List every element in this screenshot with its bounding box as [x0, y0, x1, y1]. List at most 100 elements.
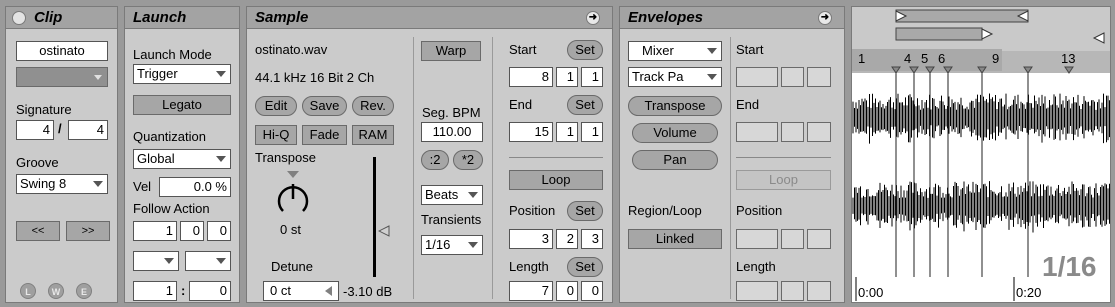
length-bars[interactable]: 7: [509, 281, 553, 301]
reverse-button[interactable]: Rev.: [352, 96, 394, 116]
nudge-back-button[interactable]: <<: [16, 221, 60, 241]
detune-value: 0 ct: [270, 283, 291, 298]
env-position-beats[interactable]: [781, 229, 804, 249]
length-beats[interactable]: 0: [556, 281, 578, 301]
follow-time-beats[interactable]: 0: [180, 221, 204, 241]
start-set-button[interactable]: Set: [567, 40, 603, 60]
start-bars[interactable]: 8: [509, 67, 553, 87]
arrow-right-icon[interactable]: ➜: [818, 11, 832, 25]
double-tempo-button[interactable]: *2: [453, 150, 483, 170]
transpose-knob[interactable]: [275, 181, 311, 217]
env-loop-button[interactable]: Loop: [736, 170, 831, 190]
chevron-down-icon: [93, 181, 103, 187]
sample-editor[interactable]: 1 4 5 6 9 13 1/16 0:00 0:20: [851, 6, 1111, 303]
transients-select[interactable]: 1/16: [421, 235, 483, 255]
half-tempo-button[interactable]: :2: [421, 150, 449, 170]
fade-button[interactable]: Fade: [302, 125, 347, 145]
loop-button[interactable]: Loop: [509, 170, 603, 190]
sample-file-name: ostinato.wav: [255, 42, 328, 57]
envelope-box-icon[interactable]: E: [76, 283, 92, 299]
follow-chance-b[interactable]: 0: [189, 281, 231, 301]
gain-slider-handle-icon[interactable]: [377, 225, 390, 237]
signature-separator: /: [58, 121, 62, 136]
env-start-label: Start: [736, 42, 764, 57]
signature-numerator[interactable]: 4: [16, 120, 54, 140]
clip-activator-icon[interactable]: [12, 11, 26, 25]
warp-button[interactable]: Warp: [421, 41, 481, 61]
transpose-label: Transpose: [255, 150, 316, 165]
linked-button[interactable]: Linked: [628, 229, 722, 249]
transpose-indicator-icon: [287, 171, 299, 178]
env-length-sixteenths[interactable]: [807, 281, 831, 301]
envelope-volume-button[interactable]: Volume: [632, 123, 718, 143]
end-beats[interactable]: 1: [556, 122, 578, 142]
env-end-beats[interactable]: [781, 122, 804, 142]
clip-name-field[interactable]: ostinato: [16, 41, 108, 61]
transpose-value: 0 st: [280, 222, 301, 237]
launch-box-icon[interactable]: L: [20, 283, 36, 299]
position-bars[interactable]: 3: [509, 229, 553, 249]
start-beats[interactable]: 1: [556, 67, 578, 87]
detune-field[interactable]: 0 ct: [263, 281, 339, 301]
marker-label-4: 4: [904, 51, 912, 66]
env-start-sixteenths[interactable]: [807, 67, 831, 87]
env-position-sixteenths[interactable]: [807, 229, 831, 249]
follow-action-a-select[interactable]: [133, 251, 179, 271]
zoom-indicator: 1/16: [1042, 251, 1097, 282]
clip-title-bar: Clip: [6, 7, 117, 29]
signature-denominator[interactable]: 4: [68, 120, 108, 140]
gain-slider-track[interactable]: [373, 157, 376, 277]
ram-button[interactable]: RAM: [352, 125, 394, 145]
env-end-sixteenths[interactable]: [807, 122, 831, 142]
position-set-button[interactable]: Set: [567, 201, 603, 221]
env-length-label: Length: [736, 259, 776, 274]
seg-bpm-field[interactable]: 110.00: [421, 122, 483, 142]
sample-box-icon[interactable]: W: [48, 283, 64, 299]
envelopes-panel: Envelopes ➜ Mixer Track Pa Transpose Vol…: [619, 6, 845, 303]
env-length-beats[interactable]: [781, 281, 804, 301]
sample-title: Sample: [255, 9, 309, 26]
transients-label: Transients: [421, 212, 482, 227]
arrow-right-icon[interactable]: ➜: [586, 11, 600, 25]
position-sixteenths[interactable]: 3: [581, 229, 603, 249]
quantization-select[interactable]: Global: [133, 149, 231, 169]
env-length-bars[interactable]: [736, 281, 778, 301]
envelope-control-select[interactable]: Track Pa: [628, 67, 722, 87]
hiq-button[interactable]: Hi-Q: [255, 125, 297, 145]
position-beats[interactable]: 2: [556, 229, 578, 249]
envelopes-title: Envelopes: [628, 9, 704, 26]
legato-button[interactable]: Legato: [133, 95, 231, 115]
follow-time-bars[interactable]: 1: [133, 221, 177, 241]
groove-select[interactable]: Swing 8: [16, 174, 108, 194]
quantization-value: Global: [137, 151, 175, 166]
envelope-transpose-button[interactable]: Transpose: [628, 96, 722, 116]
edit-button[interactable]: Edit: [255, 96, 297, 116]
clip-color-chooser[interactable]: [16, 67, 108, 87]
velocity-field[interactable]: 0.0 %: [159, 177, 231, 197]
nudge-forward-button[interactable]: >>: [66, 221, 110, 241]
chevron-down-icon: [216, 156, 226, 162]
seg-bpm-label: Seg. BPM: [422, 105, 481, 120]
start-sixteenths[interactable]: 1: [581, 67, 603, 87]
warp-mode-value: Beats: [425, 187, 459, 202]
end-set-button[interactable]: Set: [567, 95, 603, 115]
save-button[interactable]: Save: [302, 96, 347, 116]
launch-mode-select[interactable]: Trigger: [133, 64, 231, 84]
follow-time-sixteenths[interactable]: 0: [207, 221, 231, 241]
follow-chance-a[interactable]: 1: [133, 281, 177, 301]
warp-mode-select[interactable]: Beats: [421, 185, 483, 205]
envelope-device-select[interactable]: Mixer: [628, 41, 722, 61]
launch-panel: Launch Launch Mode Trigger Legato Quanti…: [124, 6, 240, 303]
clip-panel: Clip ostinato Signature 4 / 4 Groove Swi…: [5, 6, 118, 303]
length-sixteenths[interactable]: 0: [581, 281, 603, 301]
follow-action-b-select[interactable]: [185, 251, 231, 271]
env-start-bars[interactable]: [736, 67, 778, 87]
end-sixteenths[interactable]: 1: [581, 122, 603, 142]
length-set-button[interactable]: Set: [567, 257, 603, 277]
envelope-pan-button[interactable]: Pan: [632, 150, 718, 170]
env-start-beats[interactable]: [781, 67, 804, 87]
end-bars[interactable]: 15: [509, 122, 553, 142]
env-position-bars[interactable]: [736, 229, 778, 249]
launch-mode-value: Trigger: [137, 66, 178, 81]
env-end-bars[interactable]: [736, 122, 778, 142]
